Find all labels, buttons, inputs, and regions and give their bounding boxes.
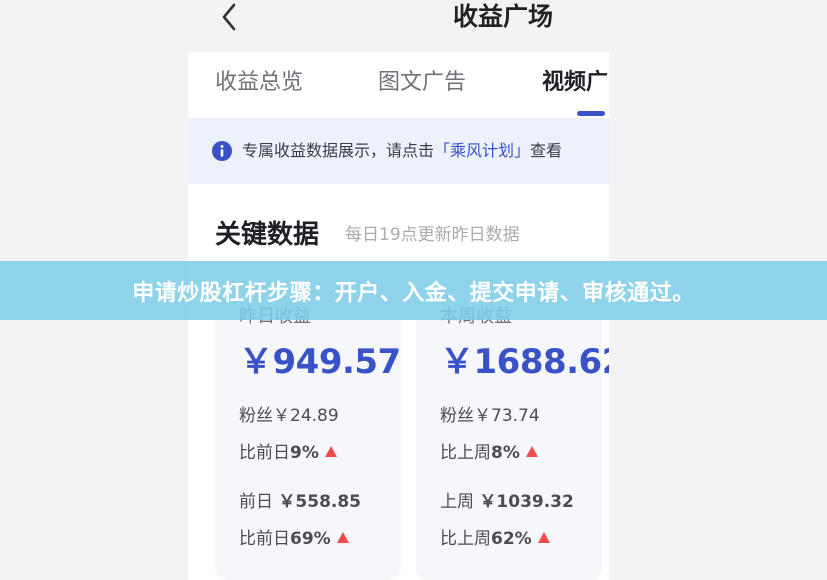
compare-row: 比前日9% — [239, 441, 337, 465]
triangle-up-icon — [525, 446, 538, 457]
tab-bar: 收益总览 图文广告 视频广 — [188, 52, 609, 118]
key-data-section: 关键数据 每日19点更新昨日数据 昨日收益 ￥949.57 粉丝￥24.89 比… — [188, 184, 609, 580]
page-title: 收益广场 — [453, 2, 554, 31]
previous-earnings-row: 前日 ￥558.85 — [239, 490, 361, 514]
compare-row-2: 比前日69% — [239, 527, 349, 551]
triangle-up-icon — [336, 532, 349, 543]
back-button[interactable] — [216, 0, 242, 34]
plan-link[interactable]: 「乘风计划」 — [434, 141, 530, 160]
compare-label: 比前日 — [239, 529, 290, 549]
notice-text: 专属收益数据展示，请点击「乘风计划」查看 — [242, 118, 562, 184]
compare-label: 比上周 — [440, 443, 491, 463]
tab-video-ads[interactable]: 视频广 — [542, 66, 608, 100]
notice-text-after: 查看 — [530, 141, 563, 160]
card-amount: ￥1688.62 — [440, 342, 609, 382]
tab-image-text-ads[interactable]: 图文广告 — [378, 66, 466, 100]
card-amount: ￥949.57 — [239, 342, 401, 382]
info-icon — [212, 141, 232, 161]
fans-earnings: 粉丝￥24.89 — [239, 406, 339, 426]
previous-earnings-row: 上周 ￥1039.32 — [440, 490, 574, 514]
compare-value: 69% — [290, 529, 331, 549]
previous-amount: ￥1039.32 — [479, 492, 574, 512]
active-tab-indicator — [577, 111, 605, 116]
fans-earnings: 粉丝￥73.74 — [440, 406, 540, 426]
chevron-left-icon — [222, 3, 236, 31]
tab-overview[interactable]: 收益总览 — [215, 66, 303, 100]
compare-label: 比上周 — [440, 529, 491, 549]
previous-label: 前日 — [239, 492, 273, 512]
top-bar: 收益广场 — [188, 0, 609, 52]
compare-row-2: 比上周62% — [440, 527, 550, 551]
triangle-up-icon — [324, 446, 337, 457]
overlay-banner: 申请炒股杠杆步骤：开户、入金、提交申请、审核通过。 — [0, 261, 827, 320]
compare-value: 9% — [290, 443, 319, 463]
compare-row: 比上周8% — [440, 441, 538, 465]
notice-text-before: 专属收益数据展示，请点击 — [242, 141, 435, 160]
page: 收益广场 收益总览 图文广告 视频广 专属收益数据展示，请点击「乘风计划」查看 … — [0, 0, 827, 580]
compare-value: 8% — [491, 443, 520, 463]
notice-bar: 专属收益数据展示，请点击「乘风计划」查看 — [188, 118, 609, 184]
previous-amount: ￥558.85 — [278, 492, 362, 512]
triangle-up-icon — [537, 532, 550, 543]
compare-label: 比前日 — [239, 443, 290, 463]
section-subtitle: 每日19点更新昨日数据 — [345, 225, 520, 245]
section-title: 关键数据 — [215, 220, 320, 250]
previous-label: 上周 — [440, 492, 474, 512]
compare-value: 62% — [491, 529, 532, 549]
banner-text: 申请炒股杠杆步骤：开户、入金、提交申请、审核通过。 — [132, 280, 695, 306]
